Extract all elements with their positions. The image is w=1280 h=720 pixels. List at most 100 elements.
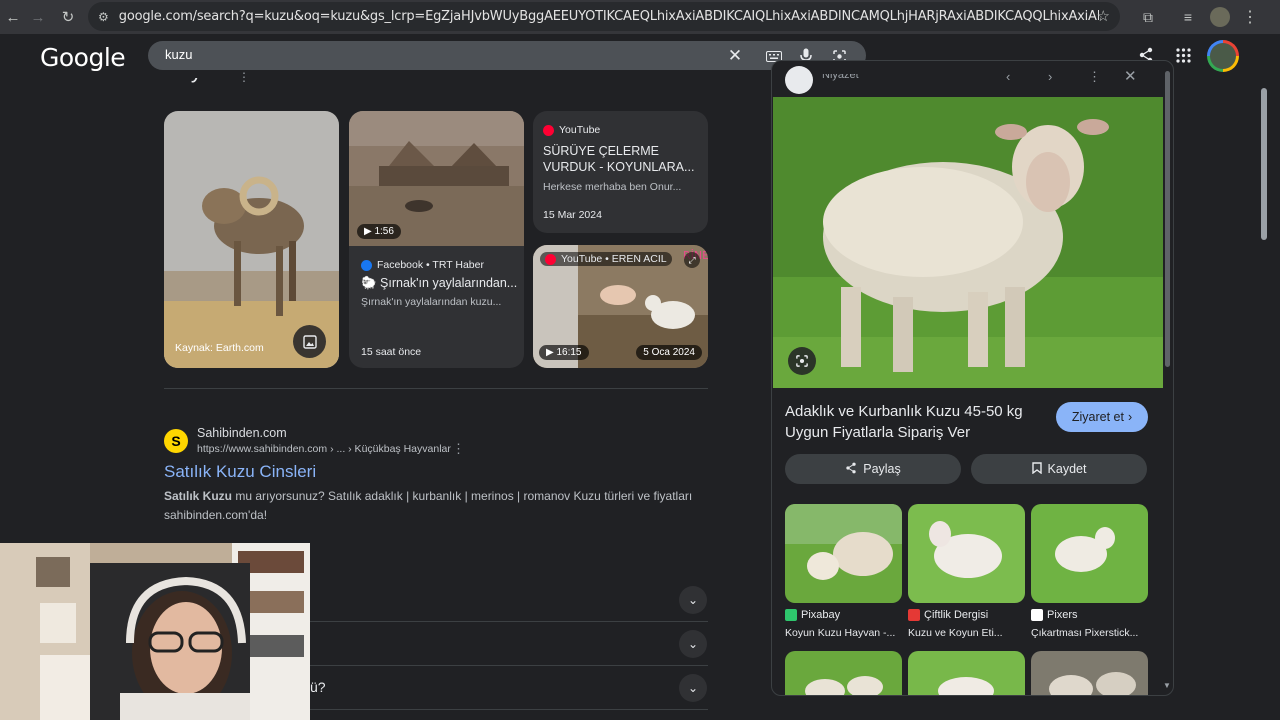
share-label: Paylaş xyxy=(863,462,901,476)
youtube-icon xyxy=(545,253,556,265)
share-button[interactable]: Paylaş xyxy=(785,454,961,484)
related-image[interactable] xyxy=(1031,651,1148,695)
save-button[interactable]: Kaydet xyxy=(971,454,1147,484)
account-avatar[interactable] xyxy=(1207,40,1239,72)
related-image[interactable] xyxy=(908,504,1025,603)
share-icon xyxy=(845,462,857,477)
expand-icon[interactable]: ⤢ xyxy=(684,252,700,268)
reload-icon[interactable]: ↻ xyxy=(55,4,81,30)
duration-text: 16:15 xyxy=(556,347,582,358)
section-divider xyxy=(164,388,708,389)
related-caption[interactable]: Çıkartması Pixerstick... xyxy=(1031,627,1147,639)
panel-more-icon[interactable]: ⋮ xyxy=(1088,69,1101,85)
media-controls-icon[interactable]: ≡ xyxy=(1176,0,1200,34)
faq-divider xyxy=(310,665,708,666)
chevron-right-icon: › xyxy=(1127,410,1133,424)
result-title-link[interactable]: Satılık Kuzu Cinsleri xyxy=(164,462,316,482)
related-caption[interactable]: Kuzu ve Koyun Eti... xyxy=(908,627,1024,639)
site-favicon[interactable]: S xyxy=(164,429,188,453)
extensions-icon[interactable]: ⧉ xyxy=(1136,0,1160,34)
source-text: YouTube xyxy=(559,124,601,136)
related-image[interactable] xyxy=(785,504,902,603)
image-gallery-icon[interactable] xyxy=(293,325,326,358)
card-title: SÜRÜYE ÇELERME VURDUK - KOYUNLARA... xyxy=(543,144,695,174)
bookmark-star-icon[interactable]: ☆ xyxy=(1097,7,1110,25)
panel-source-name[interactable]: Niyazet xyxy=(822,74,859,81)
clear-icon[interactable]: ✕ xyxy=(723,44,747,68)
related-image[interactable] xyxy=(785,651,902,695)
video-duration: ▶ 16:15 xyxy=(539,345,589,360)
faq-divider xyxy=(310,621,708,622)
lens-search-icon[interactable] xyxy=(788,347,816,375)
video-card-eren-acil[interactable]: RİNE YouTube • EREN ACIL ⤢ ▶ 16:15 5 Oca… xyxy=(533,245,708,368)
card-source: Facebook • TRT Haber xyxy=(361,259,484,271)
back-icon[interactable]: ← xyxy=(0,4,26,30)
image-source-caption: Kaynak: Earth.com xyxy=(175,342,264,354)
card-subtitle: Şırnak'ın yaylalarından kuzu... xyxy=(361,296,502,308)
card-date: 5 Oca 2024 xyxy=(636,345,702,360)
video-card-trt[interactable]: ▶ 1:56 Facebook • TRT Haber 🐑 Şırnak'ın … xyxy=(349,111,524,368)
scroll-down-icon[interactable]: ▼ xyxy=(1163,681,1171,690)
related-source[interactable]: Çiftlik Dergisi xyxy=(908,609,988,621)
url-text: google.com/search?q=kuzu&oq=kuzu&gs_lcrp… xyxy=(118,9,1099,24)
faq-expand-button[interactable]: ⌄ xyxy=(679,674,707,702)
source-avatar[interactable] xyxy=(785,66,813,94)
snippet-highlight: Satılık Kuzu xyxy=(164,489,233,503)
profile-icon[interactable] xyxy=(1208,0,1232,34)
result-more-icon[interactable]: ⋮ xyxy=(452,441,465,457)
card-source: YouTube • EREN ACIL xyxy=(540,252,672,266)
snippet-text: mu arıyorsunuz? Satılık adaklık | kurban… xyxy=(164,489,693,522)
previous-icon[interactable]: ‹ xyxy=(1006,69,1010,84)
faq-expand-button[interactable]: ⌄ xyxy=(679,630,707,658)
related-source[interactable]: Pixabay xyxy=(785,609,840,621)
pixers-icon xyxy=(1031,609,1043,621)
visit-label: Ziyaret et xyxy=(1071,410,1124,424)
facebook-icon xyxy=(361,259,372,271)
browser-toolbar: ← → ↻ ⚙ google.com/search?q=kuzu&oq=kuzu… xyxy=(0,0,1280,34)
apps-grid-icon[interactable] xyxy=(1171,43,1195,67)
source-text: Pixabay xyxy=(801,609,841,621)
ciftlik-dergisi-icon xyxy=(908,609,920,621)
panel-scroll-thumb[interactable] xyxy=(1165,71,1170,367)
related-image[interactable] xyxy=(908,651,1025,695)
youtube-icon xyxy=(543,124,554,136)
related-source[interactable]: Pixers xyxy=(1031,609,1078,621)
site-info-icon[interactable]: ⚙ xyxy=(98,10,109,24)
faq-question-partial[interactable]: ü? xyxy=(310,679,326,695)
search-box[interactable]: kuzu ✕ xyxy=(148,41,866,70)
page-scrollbar-thumb[interactable] xyxy=(1261,88,1267,240)
card-date: 15 saat önce xyxy=(361,346,422,358)
related-image[interactable] xyxy=(1031,504,1148,603)
image-preview-panel: Niyazet ‹ › ⋮ ✕ Adaklık ve Kurbanlık Kuz… xyxy=(771,60,1174,696)
source-text: YouTube • EREN ACIL xyxy=(561,253,667,265)
lamb-main-image[interactable] xyxy=(773,97,1163,388)
source-text: Facebook • TRT Haber xyxy=(377,259,484,271)
video-card-surreye[interactable]: YouTube SÜRÜYE ÇELERME VURDUK - KOYUNLAR… xyxy=(533,111,708,233)
card-subtitle: Herkese merhaba ben Onur... xyxy=(543,181,682,193)
image-card-ram[interactable]: Kaynak: Earth.com xyxy=(164,111,339,368)
bookmark-icon xyxy=(1031,461,1042,477)
faq-expand-button[interactable]: ⌄ xyxy=(679,586,707,614)
result-snippet: Satılık Kuzu mu arıyorsunuz? Satılık ada… xyxy=(164,487,704,525)
google-logo[interactable]: Google xyxy=(40,43,126,72)
faq-divider xyxy=(310,709,708,710)
source-text: Çiftlik Dergisi xyxy=(924,609,989,621)
related-caption[interactable]: Koyun Kuzu Hayvan -... xyxy=(785,627,901,639)
webcam-feed xyxy=(0,543,310,720)
duration-text: 1:56 xyxy=(374,226,394,237)
forward-icon[interactable]: → xyxy=(25,4,51,30)
card-date: 15 Mar 2024 xyxy=(543,209,602,221)
search-input[interactable]: kuzu xyxy=(165,47,192,62)
webcam-overlay xyxy=(0,543,310,720)
card-source: YouTube xyxy=(543,124,600,136)
more-options-icon[interactable]: ⋮ xyxy=(238,70,250,84)
visit-button[interactable]: Ziyaret et › xyxy=(1056,402,1148,432)
panel-close-icon[interactable]: ✕ xyxy=(1124,67,1137,85)
address-bar[interactable]: ⚙ google.com/search?q=kuzu&oq=kuzu&gs_lc… xyxy=(88,2,1120,31)
panel-title[interactable]: Adaklık ve Kurbanlık Kuzu 45-50 kg Uygun… xyxy=(785,401,1045,443)
next-icon[interactable]: › xyxy=(1048,69,1052,84)
result-site-name[interactable]: Sahibinden.com xyxy=(197,426,287,440)
card-title: 🐑 Şırnak'ın yaylalarından... xyxy=(361,276,518,290)
chrome-menu-icon[interactable]: ⋮ xyxy=(1240,0,1260,34)
result-url[interactable]: https://www.sahibinden.com › ... › Küçük… xyxy=(197,443,451,455)
